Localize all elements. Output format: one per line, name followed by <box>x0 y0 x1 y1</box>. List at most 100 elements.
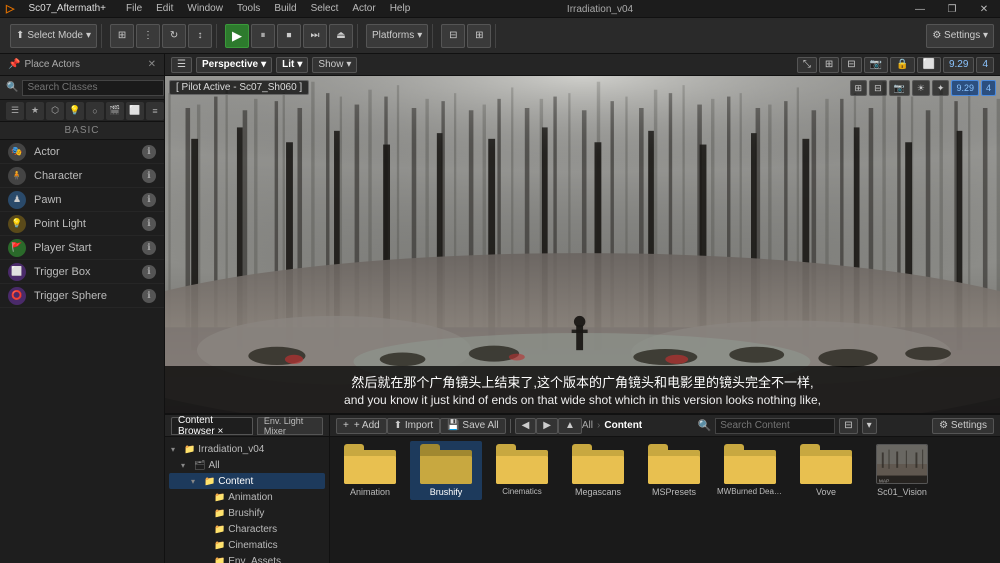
play-button[interactable]: ▶ <box>225 24 249 48</box>
sidebar-item-actor[interactable]: 🎭 Actor ℹ <box>0 140 164 164</box>
tree-content[interactable]: ▾ 📁 Content <box>169 473 325 489</box>
sidebar-item-playerstart[interactable]: 🚩 Player Start ℹ <box>0 236 164 260</box>
vp-lock-icon[interactable]: 🔒 <box>890 57 914 73</box>
pointlight-info-button[interactable]: ℹ <box>142 217 156 231</box>
tree-cinematics[interactable]: 📁 Cinematics <box>169 537 325 553</box>
rotate-snap-button[interactable]: ↻ <box>162 24 186 48</box>
character-info-button[interactable]: ℹ <box>142 169 156 183</box>
volumes-icon[interactable]: ⬜ <box>126 102 144 120</box>
vp-grid-icon[interactable]: ⊞ <box>819 57 839 73</box>
triggersphere-info-button[interactable]: ℹ <box>142 289 156 303</box>
shapes-icon[interactable]: ○ <box>86 102 104 120</box>
minimize-button[interactable]: — <box>904 0 936 18</box>
playerstart-info-button[interactable]: ℹ <box>142 241 156 255</box>
folder-megascans[interactable]: Megascans <box>562 441 634 500</box>
sidebar-item-triggersphere[interactable]: ⭕ Trigger Sphere ℹ <box>0 284 164 308</box>
vp-sun-indicator[interactable]: ☀ <box>912 80 930 96</box>
tree-root[interactable]: ▾ 📁 Irradiation_v04 <box>169 441 325 457</box>
viewport-hamburger-button[interactable]: ☰ <box>171 57 192 73</box>
breadcrumb-all[interactable]: All <box>582 420 593 431</box>
content-settings-button[interactable]: ⚙ Settings <box>932 418 994 434</box>
pause-button[interactable]: ⏸ <box>251 24 275 48</box>
breadcrumb-content[interactable]: Content <box>604 420 642 431</box>
folder-brushify[interactable]: Brushify <box>410 441 482 500</box>
actor-info-button[interactable]: ℹ <box>142 145 156 159</box>
menu-build[interactable]: Build <box>274 3 296 14</box>
all-classes-icon[interactable]: ☰ <box>6 102 24 120</box>
pawn-info-button[interactable]: ℹ <box>142 193 156 207</box>
maximize-button[interactable]: ❐ <box>936 0 968 18</box>
grid-button[interactable]: ⋮ <box>136 24 160 48</box>
menu-edit[interactable]: Edit <box>156 3 173 14</box>
close-button[interactable]: ✕ <box>968 0 1000 18</box>
nav-forward-button[interactable]: ▶ <box>536 418 558 434</box>
content-search-input[interactable] <box>715 418 835 434</box>
save-all-button[interactable]: 💾 Save All <box>440 418 505 434</box>
filter-button[interactable]: ▾ <box>862 418 877 434</box>
folder-mwburned[interactable]: MWBurned DeadForest <box>714 441 786 499</box>
lights-icon[interactable]: 💡 <box>66 102 84 120</box>
cinematic-icon[interactable]: 🎬 <box>106 102 124 120</box>
vp-screen-icon[interactable]: ⬜ <box>917 57 941 73</box>
nav-up-button[interactable]: ▲ <box>558 418 582 434</box>
stop-button[interactable]: ⏹ <box>277 24 301 48</box>
tree-characters[interactable]: 📁 Characters <box>169 521 325 537</box>
folder-animation[interactable]: Animation <box>334 441 406 500</box>
search-input[interactable] <box>22 80 164 96</box>
sidebar-icon-row: ☰ ★ ⬡ 💡 ○ 🎬 ⬜ ≡ <box>6 102 164 120</box>
menu-actor[interactable]: Actor <box>352 3 375 14</box>
vp-cam-indicator[interactable]: 📷 <box>889 80 910 96</box>
asset-sc01-vision[interactable]: MAP Sc01_Vision <box>866 441 938 500</box>
platforms-button[interactable]: Platforms ▾ <box>366 24 428 48</box>
lit-button[interactable]: Lit ▾ <box>276 57 308 73</box>
vp-snap-icon[interactable]: ⊟ <box>841 57 861 73</box>
vp-view-indicator[interactable]: ⊟ <box>869 80 887 96</box>
vp-cam-icon[interactable]: 📷 <box>864 57 888 73</box>
sidebar-item-pawn[interactable]: ♟ Pawn ℹ <box>0 188 164 212</box>
import-button[interactable]: ⬆ Import <box>387 418 441 434</box>
all-classes-btn[interactable]: ≡ <box>146 102 164 120</box>
tree-area: ▾ 📁 Irradiation_v04 ▾ 🗂 All ▾ 📁 C <box>165 437 329 563</box>
menu-window[interactable]: Window <box>187 3 223 14</box>
settings-button[interactable]: ⚙ Settings ▾ <box>926 24 994 48</box>
tree-animation[interactable]: 📁 Animation <box>169 489 325 505</box>
vp-perf-2[interactable]: 4 <box>976 57 994 73</box>
tree-brushify[interactable]: 📁 Brushify <box>169 505 325 521</box>
misc-btn-1[interactable]: ⊟ <box>441 24 465 48</box>
eject-button[interactable]: ⏏ <box>329 24 353 48</box>
menu-file[interactable]: File <box>126 3 142 14</box>
menu-help[interactable]: Help <box>390 3 411 14</box>
viewport[interactable]: [ Pilot Active - Sc07_Sh060 ] ⊞ ⊟ 📷 ☀ ✦ … <box>165 76 1000 413</box>
folder-vove[interactable]: Vove <box>790 441 862 500</box>
add-button[interactable]: + + Add <box>336 418 387 434</box>
sidebar-header: 📌 Place Actors ✕ <box>0 54 164 76</box>
content-browser-tab[interactable]: Content Browser × <box>171 417 253 435</box>
triggerbox-info-button[interactable]: ℹ <box>142 265 156 279</box>
snap-button[interactable]: ⊞ <box>110 24 134 48</box>
tree-all[interactable]: ▾ 🗂 All <box>169 457 325 473</box>
perspective-button[interactable]: Perspective ▾ <box>196 57 272 73</box>
sidebar-item-pointlight[interactable]: 💡 Point Light ℹ <box>0 212 164 236</box>
vp-perf-1[interactable]: 9.29 <box>943 57 974 73</box>
sort-button[interactable]: ⊟ <box>839 418 857 434</box>
scale-snap-button[interactable]: ↕ <box>188 24 212 48</box>
tree-env-assets[interactable]: 📁 Env_Assets <box>169 553 325 563</box>
vp-nav-icon[interactable]: ⤡ <box>797 57 817 73</box>
show-button[interactable]: Show ▾ <box>312 57 357 73</box>
menu-select[interactable]: Select <box>311 3 339 14</box>
skip-button[interactable]: ⏭ <box>303 24 327 48</box>
menu-tools[interactable]: Tools <box>237 3 260 14</box>
sidebar-item-triggerbox[interactable]: ⬜ Trigger Box ℹ <box>0 260 164 284</box>
folder-mspresets[interactable]: MSPresets <box>638 441 710 500</box>
select-mode-button[interactable]: ⬆ Select Mode ▾ <box>10 24 97 48</box>
vp-grid-indicator[interactable]: ⊞ <box>850 80 868 96</box>
folder-cinematics[interactable]: Cinematics <box>486 441 558 499</box>
geometry-icon[interactable]: ⬡ <box>46 102 64 120</box>
favorites-icon[interactable]: ★ <box>26 102 44 120</box>
misc-btn-2[interactable]: ⊞ <box>467 24 491 48</box>
sidebar-item-character[interactable]: 🧍 Character ℹ <box>0 164 164 188</box>
vp-fx-indicator[interactable]: ✦ <box>932 80 950 96</box>
env-light-mixer-tab[interactable]: Env. Light Mixer <box>257 417 323 435</box>
nav-back-button[interactable]: ◀ <box>515 418 537 434</box>
sidebar-close-button[interactable]: ✕ <box>148 59 156 70</box>
